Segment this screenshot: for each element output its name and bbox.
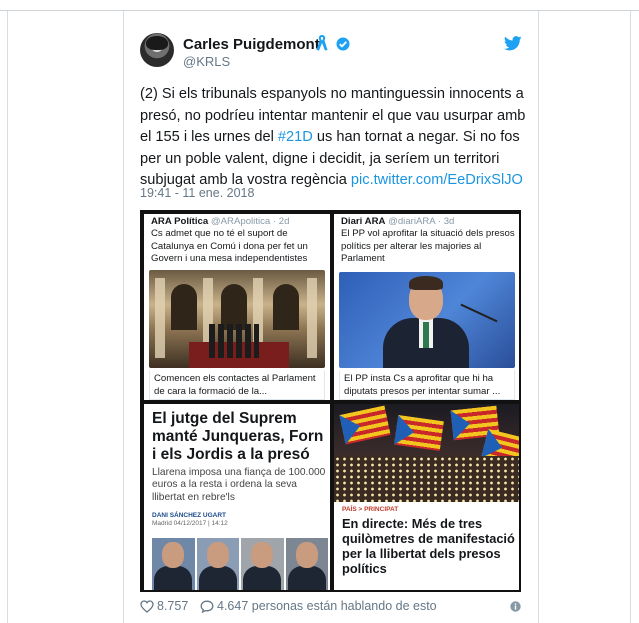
portraits-photo xyxy=(152,538,328,590)
media-tile-judge-headline[interactable]: El jutge del Suprem manté Junqueras, For… xyxy=(144,404,330,590)
embedded-account-handle: @diariARA · 3d xyxy=(388,216,455,227)
speaker-photo xyxy=(339,272,515,368)
display-name[interactable]: Carles Puigdemont xyxy=(183,36,320,53)
embedded-account-handle: @ARApolitica · 2d xyxy=(210,216,290,227)
media-tile-ara-politica[interactable]: ARA Política @ARApolitica · 2d Cs admet … xyxy=(144,214,330,400)
embedded-link-caption: El PP insta Cs a aprofitar que hi ha dip… xyxy=(339,370,515,400)
handle[interactable]: @KRLS xyxy=(183,54,230,69)
crowd-flags-photo xyxy=(334,404,519,502)
media-grid[interactable]: ARA Política @ARApolitica · 2d Cs admet … xyxy=(140,210,521,592)
embedded-account-name: ARA Política xyxy=(151,216,209,227)
embedded-tweet-text: El PP vol aprofitar la situació dels pre… xyxy=(341,228,515,264)
avatar[interactable] xyxy=(140,33,174,67)
media-tile-demonstration[interactable]: PAÍS > PRINCIPAT En directe: Més de tres… xyxy=(334,404,519,590)
right-edge xyxy=(630,11,631,623)
twitter-bird-icon[interactable] xyxy=(504,36,522,51)
embedded-account-name: Diari ARA xyxy=(341,216,386,227)
parliament-photo xyxy=(149,270,325,368)
article-headline: El jutge del Suprem manté Junqueras, For… xyxy=(152,410,324,463)
embedded-tweet-header: ARA Política @ARApolitica · 2d xyxy=(151,216,289,227)
tweet-footer: 8.757 4.647 personas están hablando de e… xyxy=(140,598,525,616)
article-kicker: PAÍS > PRINCIPAT xyxy=(342,506,399,513)
article-date: Madrid 04/12/2017 | 14:12 xyxy=(152,520,228,527)
likes-count[interactable]: 8.757 xyxy=(157,599,188,613)
pic-link[interactable]: pic.twitter.com/EeDrixSlJO xyxy=(351,172,523,188)
tweet-text: (2) Si els tribunals espanyols no mantin… xyxy=(140,84,532,192)
embedded-tweet-text: Cs admet que no té el suport de Cataluny… xyxy=(151,228,308,264)
heart-icon[interactable] xyxy=(140,600,154,613)
article-headline: En directe: Més de tres quilòmetres de m… xyxy=(342,516,515,576)
yellow-ribbon-icon xyxy=(316,35,328,51)
embedded-tweet-header: Diari ARA @diariARA · 3d xyxy=(341,216,454,227)
media-tile-diari-ara[interactable]: Diari ARA @diariARA · 3d El PP vol aprof… xyxy=(334,214,519,400)
speech-bubble-icon[interactable] xyxy=(200,600,214,613)
tweet-header: Carles Puigdemont @KRLS xyxy=(140,33,530,73)
hashtag-link[interactable]: #21D xyxy=(278,129,313,145)
talking-count[interactable]: 4.647 personas están hablando de esto xyxy=(217,599,437,613)
verified-badge-icon xyxy=(336,37,350,51)
info-icon[interactable] xyxy=(510,601,521,612)
embedded-link-caption: Comencen els contactes al Parlament de c… xyxy=(149,370,325,400)
timestamp[interactable]: 19:41 - 11 ene. 2018 xyxy=(140,186,254,200)
left-edge xyxy=(7,11,8,623)
article-byline: DANI SÁNCHEZ UGART xyxy=(152,512,227,519)
article-lead: Llarena imposa una fiança de 100.000 eur… xyxy=(152,467,326,503)
